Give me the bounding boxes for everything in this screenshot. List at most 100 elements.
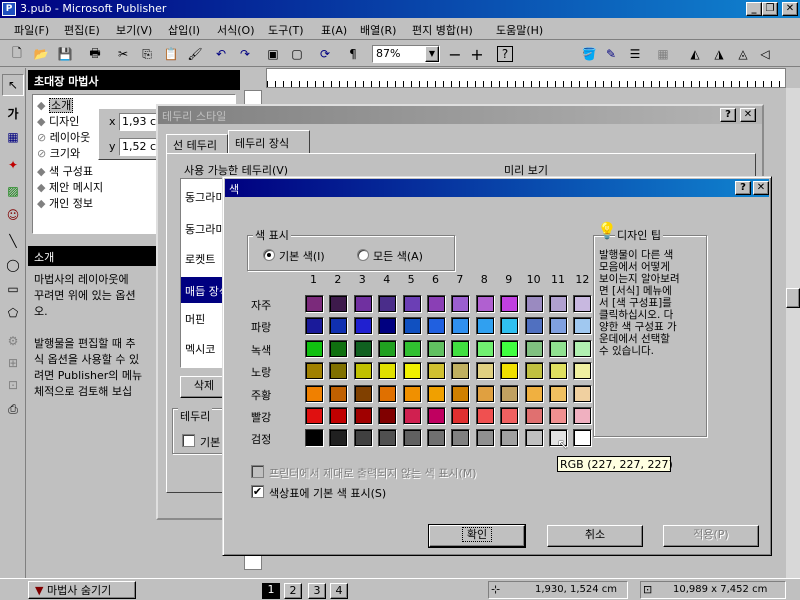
color-swatch[interactable] — [475, 362, 495, 381]
color-swatch[interactable] — [500, 317, 520, 336]
apply-button[interactable]: 적용(P) — [663, 525, 759, 547]
shadow-icon[interactable]: ▦ — [652, 43, 674, 65]
color-swatch[interactable] — [305, 317, 324, 336]
line-style-icon[interactable]: ☰ — [624, 43, 646, 65]
color-swatch[interactable] — [353, 407, 373, 425]
color-swatch[interactable] — [402, 429, 422, 448]
close-button[interactable]: ✕ — [782, 2, 798, 16]
restore-button[interactable]: ❐ — [762, 2, 778, 16]
color-swatch[interactable] — [378, 317, 398, 336]
default-checkbox[interactable] — [182, 434, 195, 447]
color-swatch[interactable] — [451, 407, 471, 425]
color-swatch[interactable] — [305, 407, 324, 425]
close-icon[interactable]: ✕ — [740, 108, 756, 122]
design-gallery-icon[interactable]: ⚙ — [2, 330, 24, 352]
color-swatch[interactable] — [353, 362, 373, 381]
help-icon[interactable]: ? — [720, 108, 736, 122]
color-swatch[interactable] — [451, 295, 471, 313]
color-swatch[interactable] — [402, 317, 422, 336]
color-swatch[interactable] — [524, 407, 544, 425]
color-swatch[interactable] — [329, 295, 349, 313]
color-swatch[interactable] — [524, 384, 544, 403]
color-swatch[interactable] — [353, 429, 373, 448]
menu-mail-merge[interactable]: 편지 병합(H) — [412, 22, 473, 38]
align-left-icon[interactable]: ◭ — [684, 43, 706, 65]
color-swatch[interactable] — [402, 339, 422, 358]
color-swatch[interactable] — [524, 295, 544, 313]
zoom-in-button[interactable]: + — [466, 43, 488, 65]
fill-color-icon[interactable]: 🪣 — [578, 43, 600, 65]
page-4-button[interactable]: 4 — [330, 583, 348, 599]
page-1-button[interactable]: 1 — [262, 583, 280, 599]
list-item[interactable]: 멕시코 — [185, 341, 215, 357]
color-swatch[interactable] — [475, 429, 495, 448]
color-swatch[interactable] — [524, 362, 544, 381]
delete-border-button[interactable]: 삭제 — [180, 376, 228, 398]
list-item[interactable]: ⊘ 레이아웃 — [37, 129, 90, 145]
cancel-button[interactable]: 취소 — [547, 525, 643, 547]
hotspot-icon[interactable]: ⊡ — [2, 374, 24, 396]
list-item[interactable]: ◆ 제안 메시지 — [37, 179, 103, 195]
list-item[interactable]: 로켓트 — [185, 251, 215, 267]
color-swatch[interactable] — [353, 339, 373, 358]
color-swatch[interactable] — [427, 362, 446, 381]
bring-front-icon[interactable]: ▣ — [262, 43, 284, 65]
new-icon[interactable]: 🗋 — [6, 43, 28, 65]
color-swatch[interactable] — [378, 362, 398, 381]
color-swatch[interactable] — [427, 384, 446, 403]
minimize-button[interactable]: _ — [746, 2, 762, 16]
color-swatch[interactable] — [500, 429, 520, 448]
menu-format[interactable]: 서식(O) — [217, 22, 254, 38]
chevron-down-icon[interactable]: ▼ — [425, 46, 439, 62]
color-swatch[interactable] — [549, 295, 568, 313]
list-item[interactable]: 동그라미 — [185, 221, 225, 237]
align-center-icon[interactable]: ◮ — [708, 43, 730, 65]
line-tool-icon[interactable]: ╲ — [2, 230, 24, 252]
list-item[interactable]: ◆ 소개 — [37, 97, 74, 113]
color-swatch[interactable] — [305, 429, 324, 448]
menu-view[interactable]: 보기(V) — [116, 22, 152, 38]
list-item[interactable]: ⊘ 크기와 — [37, 145, 80, 161]
color-swatch[interactable] — [549, 362, 568, 381]
page-2-button[interactable]: 2 — [284, 583, 302, 599]
menu-help[interactable]: 도움말(H) — [496, 22, 543, 38]
color-swatch[interactable] — [475, 295, 495, 313]
list-item-selected[interactable]: 매듭 장식 — [181, 277, 227, 303]
color-swatch[interactable] — [451, 339, 471, 358]
color-swatch[interactable] — [475, 407, 495, 425]
oval-tool-icon[interactable]: ◯ — [2, 254, 24, 276]
color-swatch[interactable] — [402, 384, 422, 403]
copy-icon[interactable]: ⎘ — [136, 43, 158, 65]
basic-colors-radio[interactable] — [263, 249, 275, 261]
color-swatch[interactable] — [378, 384, 398, 403]
color-swatch[interactable] — [305, 362, 324, 381]
table-frame-icon[interactable]: ▦ — [2, 126, 24, 148]
list-item[interactable]: ◆ 디자인 — [37, 113, 79, 129]
color-swatch[interactable] — [402, 295, 422, 313]
list-item[interactable]: ◆ 색 구성표 — [37, 163, 93, 179]
color-swatch[interactable] — [475, 339, 495, 358]
flip-icon[interactable]: ◬ — [732, 43, 754, 65]
color-swatch[interactable] — [329, 362, 349, 381]
color-swatch[interactable] — [353, 295, 373, 313]
unprintable-colors-checkbox[interactable] — [251, 465, 264, 478]
color-swatch[interactable] — [329, 317, 349, 336]
color-swatch[interactable] — [378, 295, 398, 313]
color-swatch[interactable] — [524, 429, 544, 448]
color-swatch[interactable] — [427, 407, 446, 425]
color-swatch[interactable] — [549, 339, 568, 358]
color-swatch[interactable] — [500, 295, 520, 313]
color-swatch[interactable] — [573, 295, 593, 313]
color-swatch[interactable] — [427, 429, 446, 448]
color-swatch[interactable] — [378, 407, 398, 425]
color-swatch[interactable] — [329, 407, 349, 425]
menu-tools[interactable]: 도구(T) — [268, 22, 304, 38]
color-swatch[interactable] — [549, 384, 568, 403]
paste-icon[interactable]: 📋 — [160, 43, 182, 65]
color-swatch[interactable] — [329, 339, 349, 358]
rectangle-tool-icon[interactable]: ▭ — [2, 278, 24, 300]
color-swatch[interactable] — [353, 317, 373, 336]
color-swatch[interactable] — [549, 407, 568, 425]
help-icon[interactable]: ? — [497, 46, 513, 62]
close-button[interactable]: ✕ — [753, 181, 769, 195]
